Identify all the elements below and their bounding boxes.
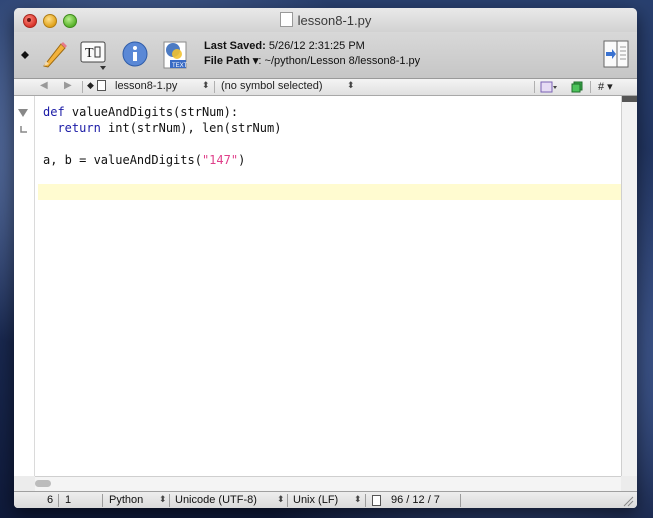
- current-line-highlight: [38, 184, 621, 200]
- editor-window: lesson8-1.py T TEXT Last Saved: 5/26/12 …: [14, 8, 637, 508]
- last-saved-value: 5/26/12 2:31:25 PM: [268, 40, 365, 52]
- horizontal-scroll-thumb[interactable]: [35, 480, 51, 487]
- svg-text:TEXT: TEXT: [172, 63, 188, 69]
- fold-open-icon[interactable]: [18, 108, 28, 118]
- status-bar: 6 1 Python ⬍ Unicode (UTF-8) ⬍ Unix (LF)…: [14, 491, 637, 508]
- file-path-menu[interactable]: File Path ▾: [204, 55, 258, 67]
- code-line-4[interactable]: a, b = valueAndDigits("147"): [43, 152, 245, 168]
- symbol-popup[interactable]: (no symbol selected): [221, 80, 323, 92]
- title-bar[interactable]: lesson8-1.py: [14, 8, 637, 32]
- symbol-popup-arrows-icon: ⬍: [347, 80, 355, 90]
- file-popup-arrows-icon: ⬍: [202, 80, 210, 90]
- resize-grip-icon[interactable]: [623, 496, 634, 507]
- counterpart-icon[interactable]: [571, 81, 583, 93]
- horizontal-scrollbar[interactable]: [35, 476, 621, 491]
- language-arrows-icon: ⬍: [159, 494, 167, 504]
- svg-text:T: T: [85, 46, 94, 61]
- file-path-value: : ~/python/Lesson 8/lesson8-1.py: [258, 55, 421, 67]
- document-proxy-icon[interactable]: [279, 12, 293, 27]
- keyword-token: def: [43, 105, 65, 119]
- keyword-token: return: [43, 121, 101, 135]
- code-token: valueAndDigits(strNum):: [64, 105, 239, 119]
- text-document-icon[interactable]: TEXT: [160, 38, 192, 72]
- code-token: ): [238, 153, 246, 167]
- text-options-icon[interactable]: T: [80, 40, 108, 72]
- code-line-2[interactable]: return int(strNum), len(strNum): [43, 120, 281, 136]
- forward-arrow-icon[interactable]: ▶: [64, 80, 72, 91]
- last-saved-line: Last Saved: 5/26/12 2:31:25 PM: [204, 40, 365, 52]
- column-number[interactable]: 1: [65, 494, 71, 506]
- split-view-icon[interactable]: [602, 39, 630, 69]
- encoding-arrows-icon: ⬍: [277, 494, 285, 504]
- document-stats-icon: [372, 495, 381, 506]
- string-token: "147": [201, 153, 239, 167]
- diamond-menu-icon[interactable]: [21, 51, 29, 59]
- encoding-popup[interactable]: Unicode (UTF-8): [175, 494, 257, 506]
- line-number[interactable]: 6: [47, 494, 53, 506]
- hash-menu[interactable]: # ▾: [598, 80, 613, 93]
- gutter: [14, 96, 35, 476]
- pencil-icon[interactable]: [40, 40, 68, 70]
- window-title: lesson8-1.py: [14, 12, 637, 28]
- code-line-1[interactable]: def valueAndDigits(strNum):: [43, 104, 238, 120]
- document-counts: 96 / 12 / 7: [391, 494, 440, 506]
- file-path-line: File Path ▾: ~/python/Lesson 8/lesson8-1…: [204, 54, 420, 67]
- diamond-icon: ◆: [87, 80, 94, 90]
- language-popup[interactable]: Python: [109, 494, 143, 506]
- bookmark-menu-icon[interactable]: [540, 81, 558, 93]
- fold-end-icon[interactable]: [20, 126, 28, 134]
- code-token: a, b = valueAndDigits(: [43, 153, 202, 167]
- file-popup[interactable]: lesson8-1.py: [115, 80, 177, 92]
- code-editor[interactable]: def valueAndDigits(strNum): return int(s…: [35, 96, 621, 476]
- vertical-scrollbar[interactable]: [621, 96, 637, 476]
- split-bar[interactable]: [622, 96, 637, 102]
- info-icon[interactable]: [122, 41, 148, 67]
- code-token: int(strNum), len(strNum): [100, 121, 282, 135]
- back-arrow-icon[interactable]: ◀: [40, 80, 48, 91]
- navigation-bar: ◀ ▶ ◆ lesson8-1.py ⬍ (no symbol selected…: [14, 79, 637, 96]
- file-doc-icon: [97, 80, 106, 94]
- line-endings-popup[interactable]: Unix (LF): [293, 494, 338, 506]
- line-endings-arrows-icon: ⬍: [354, 494, 362, 504]
- toolbar: T TEXT Last Saved: 5/26/12 2:31:25 PM Fi…: [14, 32, 637, 79]
